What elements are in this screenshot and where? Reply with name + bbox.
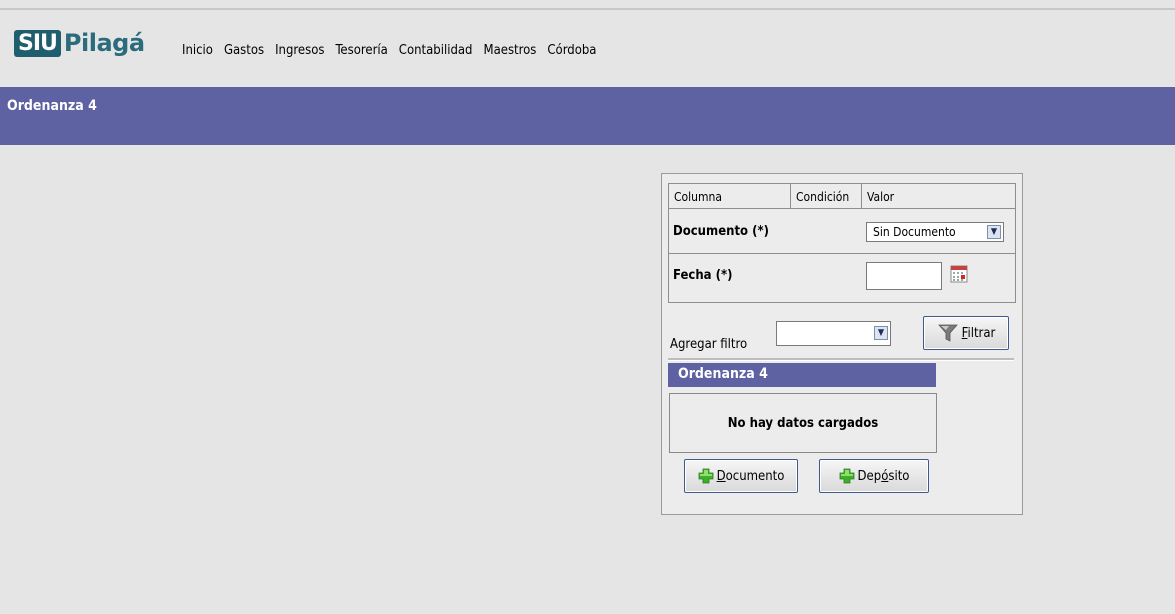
- menu-item-tesoreria[interactable]: Tesorería: [335, 43, 387, 58]
- filtrar-button[interactable]: Filtrar: [923, 316, 1009, 350]
- menu-item-ingresos[interactable]: Ingresos: [275, 43, 324, 58]
- logo-pilaga-text: Pilagá: [63, 29, 145, 57]
- chevron-down-icon[interactable]: ▼: [874, 326, 888, 340]
- documento-button-label: Documento: [717, 469, 785, 484]
- filtrar-button-label: Filtrar: [962, 326, 996, 341]
- divider: [668, 358, 1014, 361]
- deposito-label-post: sito: [888, 468, 910, 484]
- column-header-condicion: Condición: [796, 190, 850, 204]
- empty-data-message: No hay datos cargados: [669, 393, 937, 453]
- documento-select-value: Sin Documento: [873, 225, 956, 239]
- deposito-label-pre: Dep: [857, 468, 882, 484]
- cuadro-title: Ordenanza 4: [668, 363, 936, 387]
- documento-accesskey: D: [716, 468, 726, 484]
- documento-label-rest: ocumento: [725, 468, 785, 484]
- menu-item-gastos[interactable]: Gastos: [224, 43, 264, 58]
- column-header-columna: Columna: [674, 190, 722, 204]
- page-title-bar: Ordenanza 4: [0, 87, 1175, 145]
- funnel-icon: [937, 324, 958, 342]
- logo-siu-text: SIU: [14, 29, 61, 57]
- calendar-icon[interactable]: [950, 265, 968, 283]
- filter-row-fecha: Fecha (*): [669, 254, 1015, 298]
- add-deposito-button[interactable]: Depósito: [819, 459, 929, 493]
- add-documento-button[interactable]: Documento: [684, 459, 798, 493]
- main-menu: Inicio Gastos Ingresos Tesorería Contabi…: [182, 43, 607, 58]
- agregar-filtro-select[interactable]: ▼: [776, 321, 891, 346]
- header-separator: [790, 184, 791, 208]
- deposito-button-label: Depósito: [858, 469, 910, 484]
- menu-item-maestros[interactable]: Maestros: [483, 43, 536, 58]
- filter-label-documento: Documento (*): [673, 224, 769, 239]
- chevron-down-icon[interactable]: ▼: [987, 225, 1001, 239]
- menu-item-contabilidad[interactable]: Contabilidad: [399, 43, 473, 58]
- header-separator: [861, 184, 862, 208]
- menu-item-inicio[interactable]: Inicio: [182, 43, 213, 58]
- filter-header-row: Columna Condición Valor: [669, 184, 1015, 209]
- fecha-input[interactable]: [866, 262, 942, 290]
- agregar-filtro-label: Agregar filtro: [670, 337, 748, 352]
- filter-table: Columna Condición Valor Documento (*) Si…: [668, 183, 1016, 303]
- plus-icon: [839, 468, 854, 484]
- plus-icon: [698, 468, 714, 484]
- siu-pilaga-logo: SIU Pilagá: [14, 26, 145, 60]
- page-title: Ordenanza 4: [7, 98, 97, 114]
- filter-panel: Columna Condición Valor Documento (*) Si…: [661, 173, 1023, 515]
- filtrar-label-rest: iltrar: [967, 325, 996, 341]
- column-header-valor: Valor: [867, 190, 895, 204]
- filter-row-documento: Documento (*) Sin Documento ▼: [669, 209, 1015, 254]
- empty-data-text: No hay datos cargados: [727, 415, 879, 431]
- menu-item-cordoba[interactable]: Córdoba: [547, 43, 596, 58]
- filter-label-fecha: Fecha (*): [673, 268, 733, 283]
- documento-select[interactable]: Sin Documento ▼: [866, 222, 1004, 242]
